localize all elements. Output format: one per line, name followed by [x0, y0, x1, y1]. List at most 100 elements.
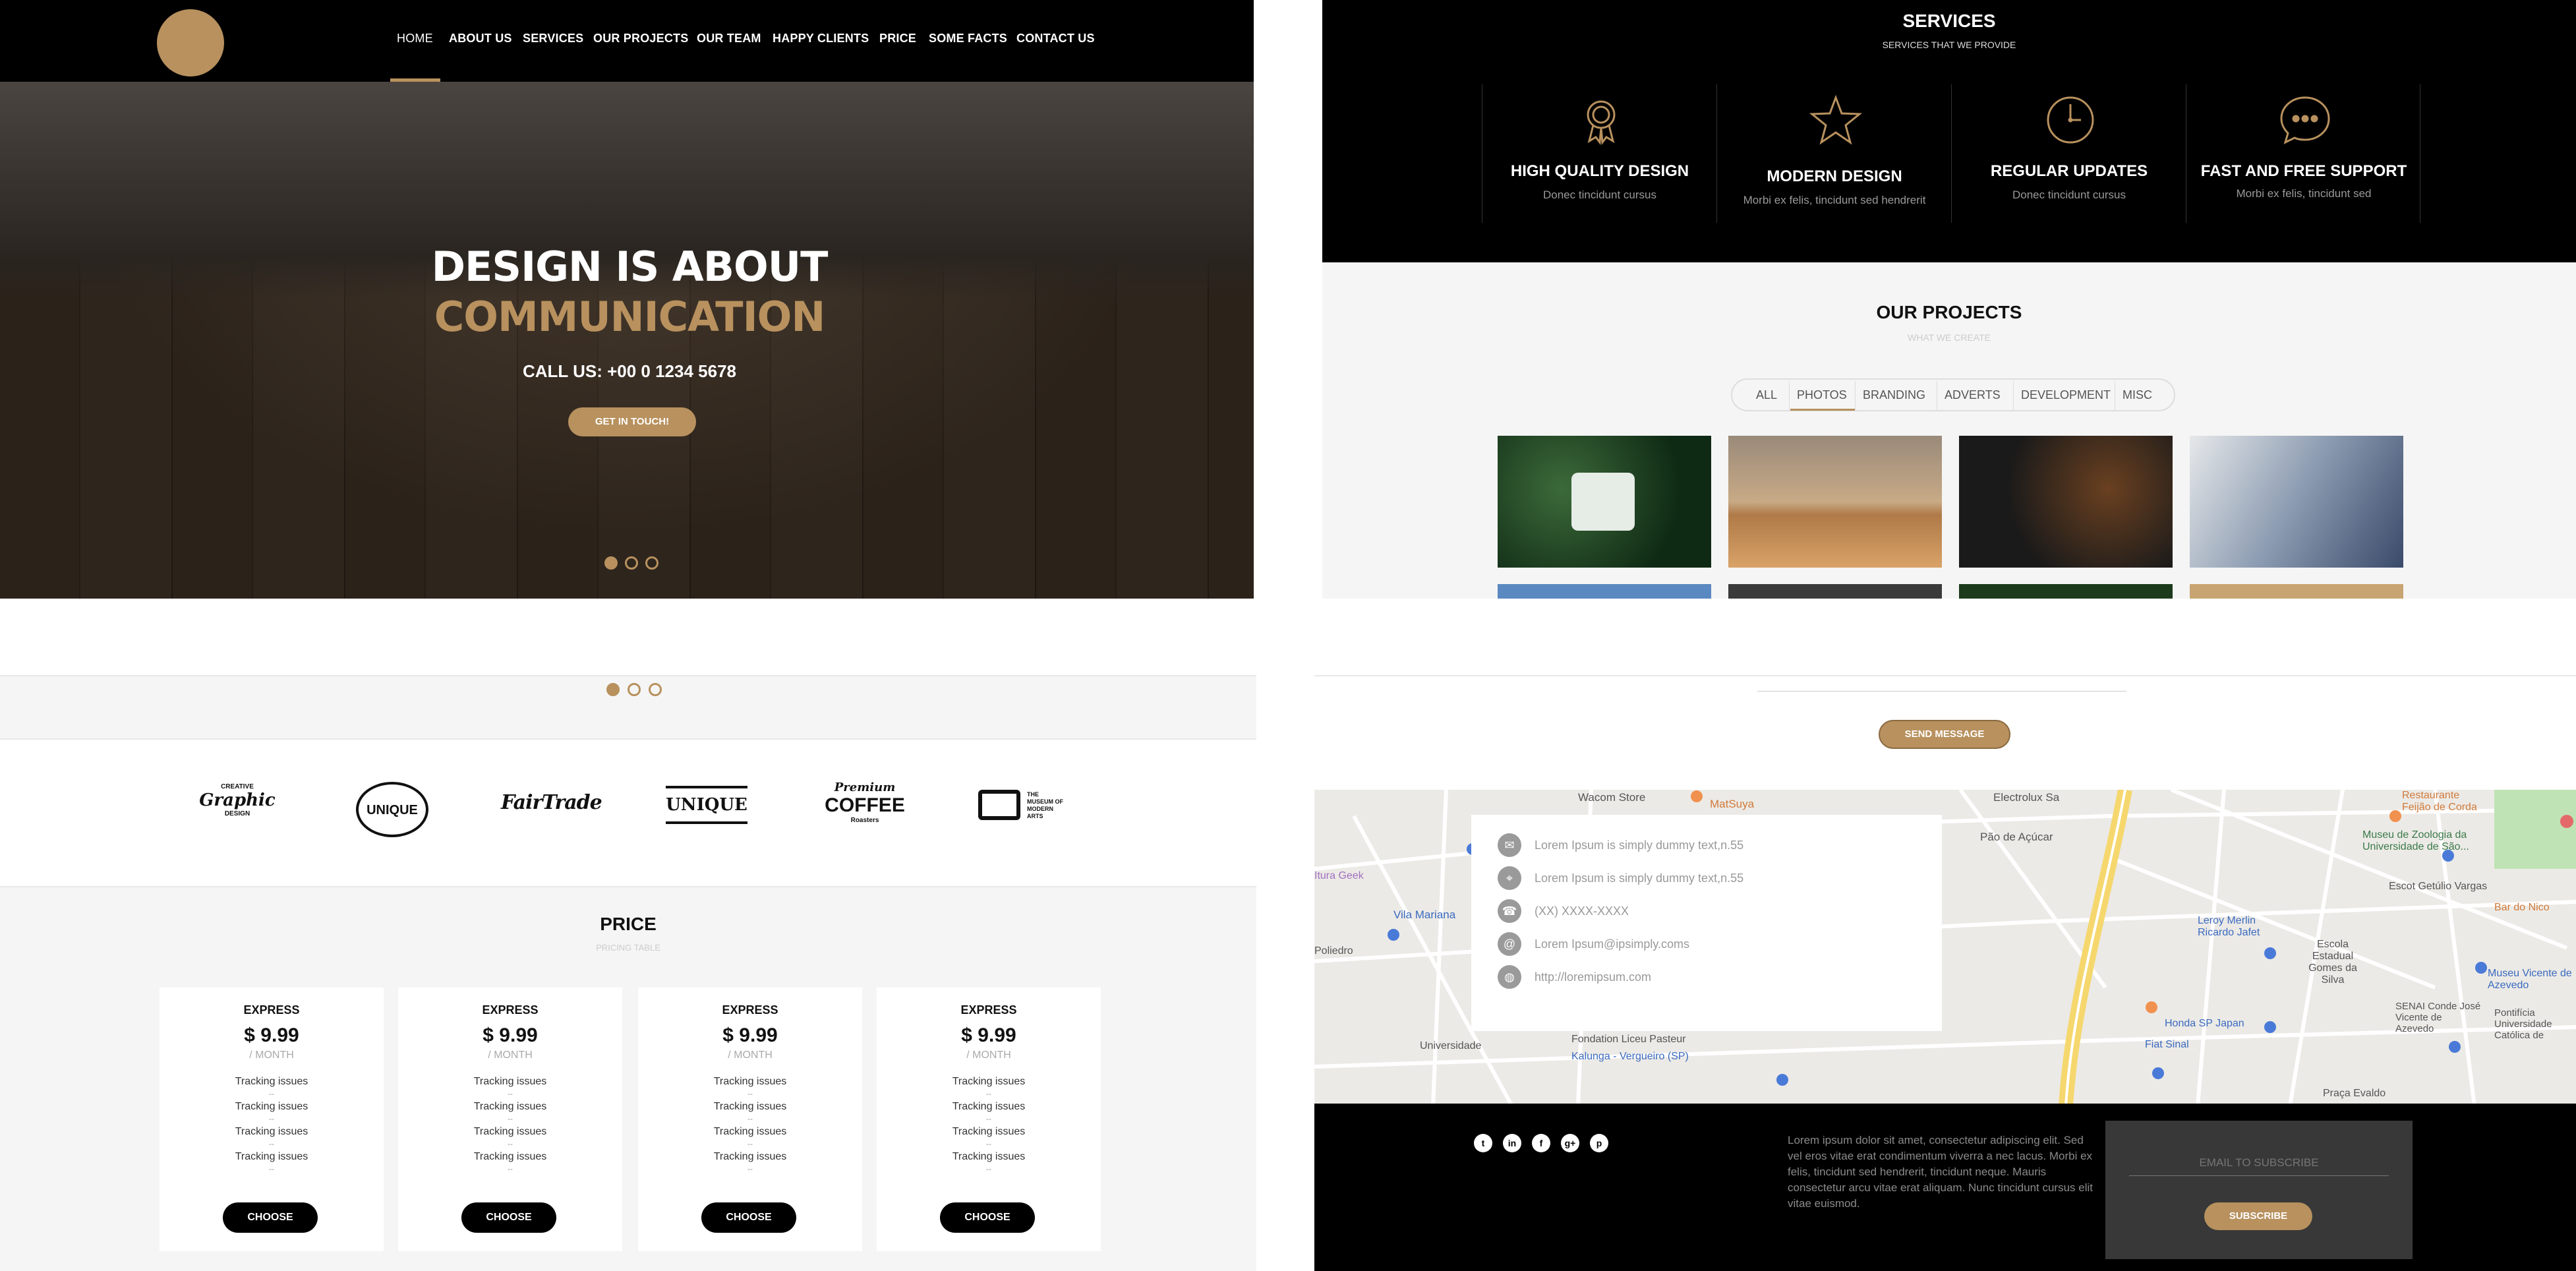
email-subscribe-input[interactable] — [2129, 1150, 2389, 1176]
twitter-icon[interactable]: t — [1474, 1134, 1492, 1152]
choose-button[interactable]: CHOOSE — [940, 1202, 1035, 1233]
nav-contact-us[interactable]: CONTACT US — [1016, 32, 1095, 45]
contact-row: ⌖ Lorem Ipsum is simply dummy text,n.55 — [1498, 866, 1933, 893]
mail-icon: ✉ — [1498, 833, 1521, 857]
contact-footer-panel: SEND MESSAGE Wacom Store MatSuya Electro… — [1314, 675, 2576, 1271]
plan-period: / MONTH — [966, 1049, 1011, 1061]
filter-branding[interactable]: BRANDING — [1863, 388, 1925, 402]
project-thumbnail[interactable] — [1959, 436, 2173, 568]
map-label: Wacom Store — [1578, 791, 1646, 804]
feature-divider: -- — [508, 1089, 513, 1098]
logo-text: Roasters — [850, 817, 879, 824]
client-logo[interactable]: FairTrade — [501, 791, 602, 814]
plan-price: $ 9.99 — [244, 1024, 299, 1046]
project-thumbnail[interactable] — [1728, 584, 1942, 599]
project-thumbnail[interactable] — [1728, 436, 1942, 568]
logo-text: CREATIVE — [221, 783, 254, 790]
get-in-touch-button[interactable]: GET IN TOUCH! — [568, 407, 696, 436]
feature-divider: -- — [986, 1114, 991, 1123]
slider-dot-1[interactable] — [604, 556, 618, 570]
service-card: REGULAR UPDATES Donec tincidunt cursus — [1951, 84, 2186, 223]
map-label: Kalunga - Vergueiro (SP) — [1571, 1051, 1689, 1062]
map-label: Restaurante Feijão de Corda — [2402, 790, 2477, 813]
projects-subtitle: WHAT WE CREATE — [1908, 332, 1991, 343]
send-message-button[interactable]: SEND MESSAGE — [1879, 720, 2010, 749]
choose-button[interactable]: CHOOSE — [461, 1202, 556, 1233]
googleplus-icon[interactable]: g+ — [1561, 1134, 1579, 1152]
plan-feature: Tracking issues — [235, 1151, 308, 1162]
client-logos: CREATIVE Graphic DESIGN UNIQUE FairTrade… — [0, 738, 1256, 887]
plan-feature: Tracking issues — [713, 1101, 787, 1112]
client-logo[interactable]: Premium COFFEE Roasters — [819, 781, 911, 824]
logo-text: THE MUSEUM OF MODERN ARTS — [1027, 791, 1063, 819]
contact-text: Lorem Ipsum is simply dummy text,n.55 — [1535, 839, 1744, 852]
feature-divider: -- — [269, 1114, 274, 1123]
subscribe-button[interactable]: SUBSCRIBE — [2204, 1202, 2312, 1230]
filter-all[interactable]: ALL — [1756, 388, 1777, 402]
linkedin-icon[interactable]: in — [1503, 1134, 1521, 1152]
plan-period: / MONTH — [728, 1049, 773, 1061]
project-thumbnail[interactable] — [1498, 584, 1711, 599]
slider-dot-3[interactable] — [645, 556, 659, 570]
client-logo[interactable]: UNIQUE — [666, 786, 747, 824]
plan-period: / MONTH — [488, 1049, 533, 1061]
nav-about-us[interactable]: ABOUT US — [449, 32, 512, 45]
testimonial-dot-1[interactable] — [606, 683, 620, 696]
subscribe-box: SUBSCRIBE — [2105, 1121, 2413, 1259]
map-label: Pão de Açúcar — [1980, 831, 2053, 843]
plan-feature: Tracking issues — [952, 1151, 1026, 1162]
project-thumbnail[interactable] — [2190, 584, 2403, 599]
project-thumbnail[interactable] — [1498, 436, 1711, 568]
contact-row: ✉ Lorem Ipsum is simply dummy text,n.55 — [1498, 833, 1933, 860]
project-thumbnail[interactable] — [2190, 436, 2403, 568]
site-logo[interactable] — [157, 9, 224, 76]
services-title: SERVICES — [1902, 11, 1996, 31]
nav-price[interactable]: PRICE — [879, 32, 916, 45]
nav-home[interactable]: HOME — [397, 32, 433, 45]
service-title: FAST AND FREE SUPPORT — [2200, 162, 2407, 180]
nav-our-projects[interactable]: OUR PROJECTS — [593, 32, 688, 45]
filter-photos[interactable]: PHOTOS — [1797, 388, 1847, 402]
plan-feature: Tracking issues — [713, 1076, 787, 1087]
feature-divider: -- — [747, 1164, 753, 1173]
filter-divider — [1789, 381, 1790, 410]
nav-our-team[interactable]: OUR TEAM — [697, 32, 761, 45]
website-link[interactable]: http://loremipsum.com — [1535, 970, 1651, 984]
testimonial-dot-3[interactable] — [649, 683, 662, 696]
testimonial-dot-2[interactable] — [628, 683, 641, 696]
hero-title-line2: COMMUNICATION — [434, 293, 826, 341]
filter-development[interactable]: DEVELOPMENT — [2021, 388, 2111, 402]
price-card: EXPRESS $ 9.99 / MONTH Tracking issues -… — [638, 988, 862, 1251]
plan-feature: Tracking issues — [235, 1101, 308, 1112]
pinterest-icon[interactable]: p — [1590, 1134, 1608, 1152]
service-desc: Morbi ex felis, tincidunt sed hendrerit — [1743, 194, 1926, 206]
map-label: Poliedro — [1314, 945, 1353, 957]
plan-feature: Tracking issues — [952, 1076, 1026, 1087]
logo-text: DESIGN — [224, 810, 250, 817]
nav-services[interactable]: SERVICES — [523, 32, 583, 45]
plan-price: $ 9.99 — [483, 1024, 538, 1046]
project-thumbnail[interactable] — [1959, 584, 2173, 599]
feature-divider: -- — [269, 1089, 274, 1098]
filter-misc[interactable]: MISC — [2122, 388, 2152, 402]
client-logo[interactable]: UNIQUE — [356, 782, 428, 837]
choose-button[interactable]: CHOOSE — [223, 1202, 318, 1233]
client-logo[interactable]: THE MUSEUM OF MODERN ARTS — [978, 787, 1067, 823]
map-label: Leroy Merlin Ricardo Jafet — [2198, 915, 2260, 938]
logo-text: FairTrade — [501, 791, 602, 814]
map-label: Bar do Nico — [2494, 902, 2550, 913]
choose-button[interactable]: CHOOSE — [701, 1202, 796, 1233]
filter-adverts[interactable]: ADVERTS — [1945, 388, 2001, 402]
location-icon: ⌖ — [1498, 866, 1521, 890]
project-filters: ALL PHOTOS BRANDING ADVERTS DEVELOPMENT … — [1731, 378, 2175, 411]
slider-dot-2[interactable] — [625, 556, 638, 570]
nav-happy-clients[interactable]: HAPPY CLIENTS — [773, 32, 869, 45]
plan-feature: Tracking issues — [473, 1101, 547, 1112]
top-divider — [0, 675, 1256, 676]
client-logo[interactable]: CREATIVE Graphic DESIGN — [198, 783, 277, 817]
price-subtitle: PRICING TABLE — [596, 943, 660, 953]
main-navigation: HOME ABOUT US SERVICES OUR PROJECTS OUR … — [0, 0, 1254, 82]
facebook-icon[interactable]: f — [1532, 1134, 1550, 1152]
nav-some-facts[interactable]: SOME FACTS — [929, 32, 1007, 45]
plan-feature: Tracking issues — [952, 1101, 1026, 1112]
